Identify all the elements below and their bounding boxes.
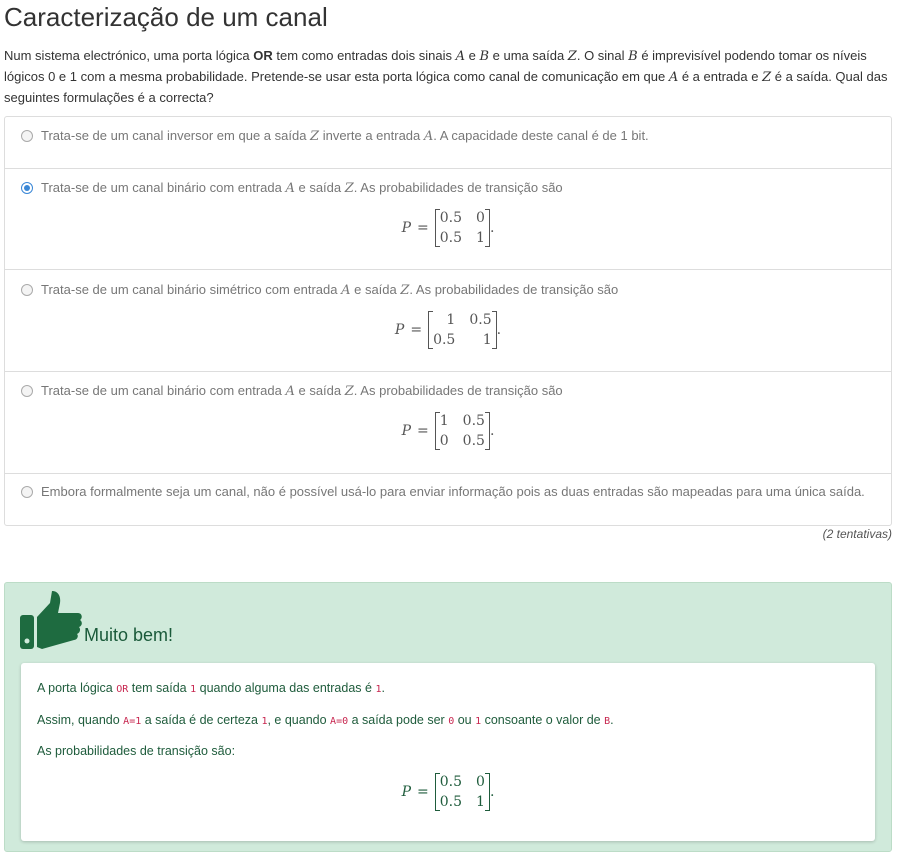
radio-button-selected[interactable] [21,182,33,194]
radio-button[interactable] [21,130,33,142]
transition-matrix: P = 0.5 0 0.5 1. [401,209,495,247]
feedback-title: Muito bem! [84,625,174,645]
feedback-panel: Muito bem! A porta lógica OR tem saída 1… [4,582,892,852]
option-label: Embora formalmente seja um canal, não é … [41,484,865,499]
feedback-line: A porta lógica OR tem saída 1 quando alg… [37,681,385,695]
radio-button[interactable] [21,284,33,296]
feedback-line: As probabilidades de transição são: [37,744,236,758]
feedback-content: A porta lógica OR tem saída 1 quando alg… [21,663,875,841]
thumbs-up-icon [20,591,82,649]
option-label: Trata-se de um canal binário com entrada… [41,180,563,196]
answer-option[interactable]: Trata-se de um canal binário com entrada… [5,169,891,270]
answer-options: Trata-se de um canal inversor em que a s… [4,116,892,526]
option-label: Trata-se de um canal binário simétrico c… [41,282,619,298]
answer-option[interactable]: Trata-se de um canal inversor em que a s… [5,117,891,169]
answer-option[interactable]: Embora formalmente seja um canal, não é … [5,474,891,525]
question-text: Num sistema electrónico, uma porta lógic… [4,48,888,105]
transition-matrix: P = 1 0.5 0 0.5. [401,412,495,450]
feedback-line: Assim, quando A=1 a saída é de certeza 1… [37,713,614,727]
transition-matrix: P = 1 0.5 0.5 1. [394,311,502,349]
radio-button[interactable] [21,385,33,397]
option-label: Trata-se de um canal binário com entrada… [41,383,563,399]
answer-option[interactable]: Trata-se de um canal binário simétrico c… [5,270,891,372]
page-title: Caracterização de um canal [4,2,328,32]
answer-option[interactable]: Trata-se de um canal binário com entrada… [5,372,891,474]
attempts-count: (2 tentativas) [822,527,892,541]
radio-button[interactable] [21,486,33,498]
transition-matrix: P = 0.5 0 0.5 1. [401,773,495,811]
option-label: Trata-se de um canal inversor em que a s… [41,128,649,144]
